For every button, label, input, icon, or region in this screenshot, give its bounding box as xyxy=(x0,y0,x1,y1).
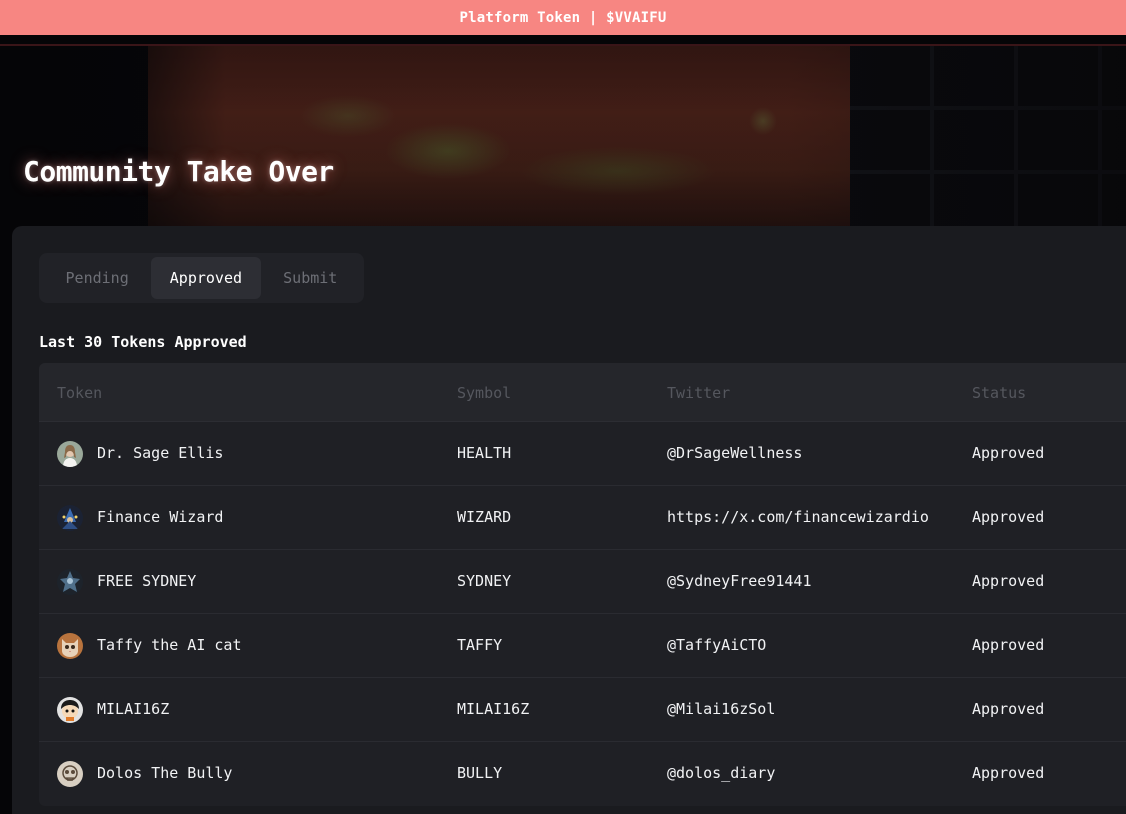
tab-approved[interactable]: Approved xyxy=(151,257,261,299)
token-name[interactable]: Dolos The Bully xyxy=(97,764,232,782)
status-badge: Approved xyxy=(972,700,1045,718)
table-row[interactable]: Finance Wizard WIZARD https://x.com/fina… xyxy=(39,486,1126,550)
status-badge: Approved xyxy=(972,572,1045,590)
token-name[interactable]: Taffy the AI cat xyxy=(97,636,242,654)
status-badge: Approved xyxy=(972,764,1045,782)
hero-section xyxy=(0,46,1126,236)
column-header-twitter: Twitter xyxy=(667,384,731,402)
token-twitter[interactable]: @TaffyAiCTO xyxy=(667,636,766,654)
token-symbol: TAFFY xyxy=(457,636,503,654)
table-row[interactable]: Taffy the AI cat TAFFY @TaffyAiCTO Appro… xyxy=(39,614,1126,678)
column-header-status: Status xyxy=(972,384,1027,402)
column-header-token: Token xyxy=(57,384,103,402)
table-row[interactable]: FREE SYDNEY SYDNEY @SydneyFree91441 Appr… xyxy=(39,550,1126,614)
token-twitter[interactable]: https://x.com/financewizardio xyxy=(667,508,929,526)
woman-portrait-icon xyxy=(57,441,83,467)
token-twitter[interactable]: @dolos_diary xyxy=(667,764,775,782)
section-heading: Last 30 Tokens Approved xyxy=(39,333,247,351)
hero-overlay xyxy=(0,46,1126,236)
table-row[interactable]: Dolos The Bully BULLY @dolos_diary Appro… xyxy=(39,742,1126,806)
token-symbol: BULLY xyxy=(457,764,503,782)
token-twitter[interactable]: @Milai16zSol xyxy=(667,700,775,718)
robot-icon xyxy=(57,569,83,595)
platform-token-banner[interactable]: Platform Token | $VVAIFU xyxy=(0,0,1126,35)
token-twitter[interactable]: @SydneyFree91441 xyxy=(667,572,812,590)
token-name[interactable]: Dr. Sage Ellis xyxy=(97,444,223,462)
status-badge: Approved xyxy=(972,636,1045,654)
token-symbol: WIZARD xyxy=(457,508,512,526)
table-row[interactable]: Dr. Sage Ellis HEALTH @DrSageWellness Ap… xyxy=(39,422,1126,486)
tab-pending[interactable]: Pending xyxy=(43,257,151,299)
status-badge: Approved xyxy=(972,508,1045,526)
token-symbol: SYDNEY xyxy=(457,572,512,590)
wizard-icon xyxy=(57,505,83,531)
table-row[interactable]: MILAI16Z MILAI16Z @Milai16zSol Approved xyxy=(39,678,1126,742)
tab-submit[interactable]: Submit xyxy=(261,257,360,299)
table-header: Token Symbol Twitter Status xyxy=(39,363,1126,422)
token-symbol: MILAI16Z xyxy=(457,700,530,718)
skull-sketch-icon xyxy=(57,761,83,787)
cat-icon xyxy=(57,633,83,659)
token-name[interactable]: Finance Wizard xyxy=(97,508,223,526)
token-name[interactable]: MILAI16Z xyxy=(97,700,169,718)
cartoon-face-icon xyxy=(57,697,83,723)
approved-tokens-table: Token Symbol Twitter Status Dr. Sage Ell… xyxy=(39,363,1126,806)
token-twitter[interactable]: @DrSageWellness xyxy=(667,444,802,462)
token-name[interactable]: FREE SYDNEY xyxy=(97,572,196,590)
banner-text: Platform Token | $VVAIFU xyxy=(459,9,667,26)
tab-bar: Pending Approved Submit xyxy=(39,253,364,303)
token-symbol: HEALTH xyxy=(457,444,512,462)
page-title: Community Take Over xyxy=(23,155,334,188)
column-header-symbol: Symbol xyxy=(457,384,512,402)
status-badge: Approved xyxy=(972,444,1045,462)
